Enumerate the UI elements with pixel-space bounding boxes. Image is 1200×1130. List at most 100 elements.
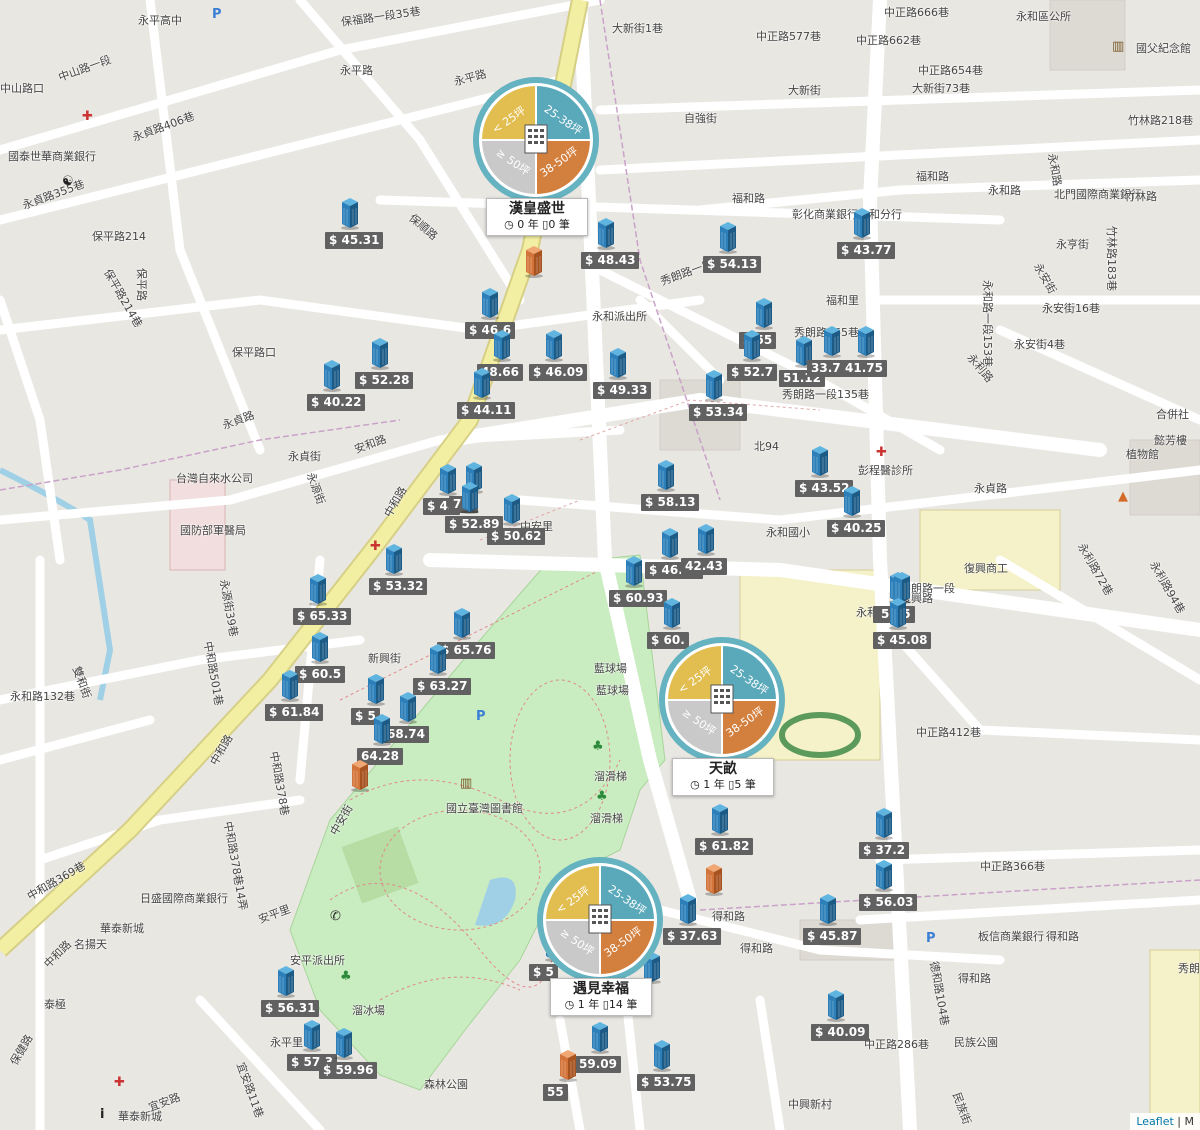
building-icon[interactable]	[322, 358, 342, 392]
price-label[interactable]: $ 40.25	[827, 520, 886, 537]
library-icon: ▥	[1112, 39, 1125, 54]
map-label: 中正路366巷	[980, 860, 1045, 873]
price-label[interactable]: $ 60.93	[609, 590, 668, 607]
building-icon[interactable]	[822, 324, 842, 358]
building-icon[interactable]	[678, 892, 698, 926]
price-label[interactable]: $ 40.22	[307, 394, 366, 411]
price-label[interactable]: 42.43	[681, 558, 727, 575]
map-label: 中正路286巷	[864, 1038, 929, 1051]
building-icon[interactable]	[652, 1038, 672, 1072]
cluster-pie[interactable]: 25-38坪38-50坪≥ 50坪< 25坪	[535, 855, 665, 985]
price-label[interactable]: $ 44.11	[457, 402, 516, 419]
price-label[interactable]: $ 45.31	[325, 232, 384, 249]
building-icon[interactable]	[502, 492, 522, 526]
building-icon[interactable]	[492, 328, 512, 362]
building-icon[interactable]	[852, 206, 872, 240]
price-label[interactable]: $ 46.09	[529, 364, 588, 381]
price-label[interactable]: $ 37.2	[859, 842, 910, 859]
building-icon[interactable]	[710, 802, 730, 836]
building-icon[interactable]	[308, 572, 328, 606]
cluster-pie[interactable]: 25-38坪38-50坪≥ 50坪< 25坪	[657, 635, 787, 765]
building-icon[interactable]	[280, 668, 300, 702]
building-icon[interactable]	[704, 368, 724, 402]
price-label[interactable]: $ 59.96	[319, 1062, 378, 1079]
building-icon[interactable]	[428, 642, 448, 676]
map-label: 彭程醫診所	[858, 464, 913, 477]
building-icon[interactable]	[480, 286, 500, 320]
building-icon[interactable]	[842, 484, 862, 518]
building-icon[interactable]	[398, 690, 418, 724]
cluster-info-box[interactable]: 天畝 ◷ 1 年 ▯5 筆	[672, 758, 774, 796]
price-label[interactable]: $ 60.5	[295, 666, 346, 683]
price-label[interactable]: $ 63.27	[413, 678, 472, 695]
cluster-info-box[interactable]: 遇見幸福 ◷ 1 年 ▯14 筆	[550, 978, 652, 1016]
building-icon[interactable]	[350, 758, 370, 792]
price-label[interactable]: $ 52.28	[355, 372, 414, 389]
building-icon[interactable]	[372, 712, 392, 746]
building-icon[interactable]	[558, 1048, 578, 1082]
price-label[interactable]: $ 48.43	[581, 252, 640, 269]
price-label[interactable]: $ 56.03	[859, 894, 918, 911]
price-label[interactable]: $ 61.82	[695, 838, 754, 855]
parking-icon: P	[212, 7, 222, 22]
building-icon[interactable]	[310, 630, 330, 664]
building-icon[interactable]	[856, 324, 876, 358]
building-icon[interactable]	[384, 542, 404, 576]
building-icon[interactable]	[302, 1018, 322, 1052]
building-icon[interactable]	[438, 462, 458, 496]
price-label[interactable]: $ 45.87	[803, 928, 862, 945]
building-icon[interactable]	[452, 606, 472, 640]
building-icon[interactable]	[888, 596, 908, 630]
building-icon[interactable]	[340, 196, 360, 230]
building-icon[interactable]	[276, 964, 296, 998]
building-icon[interactable]	[662, 596, 682, 630]
building-icon[interactable]	[544, 328, 564, 362]
price-label[interactable]: $ 43.77	[837, 242, 896, 259]
building-icon[interactable]	[366, 672, 386, 706]
price-label[interactable]: $ 37.63	[663, 928, 722, 945]
building-icon[interactable]	[608, 346, 628, 380]
building-icon[interactable]	[660, 526, 680, 560]
building-icon[interactable]	[370, 336, 390, 370]
building-icon[interactable]	[810, 444, 830, 478]
price-label[interactable]: $ 54.13	[703, 256, 762, 273]
cluster-pie[interactable]: 25-38坪38-50坪≥ 50坪< 25坪	[471, 75, 601, 205]
building-icon[interactable]	[524, 244, 544, 278]
price-label[interactable]: $ 45.08	[873, 632, 932, 649]
building-icon[interactable]	[334, 1026, 354, 1060]
building-icon[interactable]	[874, 858, 894, 892]
building-icon[interactable]	[704, 862, 724, 896]
building-icon[interactable]	[826, 988, 846, 1022]
price-label[interactable]: $ 40.09	[811, 1024, 870, 1041]
building-icon[interactable]	[590, 1020, 610, 1054]
price-label[interactable]: $ 50.62	[487, 528, 546, 545]
building-icon[interactable]	[754, 296, 774, 330]
price-label[interactable]: $ 56.31	[261, 1000, 320, 1017]
building-icon	[588, 904, 612, 934]
building-icon[interactable]	[818, 892, 838, 926]
building-icon[interactable]	[624, 554, 644, 588]
leaflet-link[interactable]: Leaflet	[1136, 1115, 1173, 1128]
price-label[interactable]: $ 49.33	[593, 382, 652, 399]
map-label: 福和里	[826, 294, 859, 307]
building-icon[interactable]	[460, 480, 480, 514]
price-label[interactable]: $ 61.84	[265, 704, 324, 721]
map-canvas[interactable]: 永平高中 保福路一段35巷 永平路 大新街1巷 中正路577巷 中正路662巷 中正路666…	[0, 0, 1200, 1130]
price-label[interactable]: 55	[543, 1084, 568, 1101]
price-label[interactable]: $ 53.32	[369, 578, 428, 595]
price-label[interactable]: $ 53.75	[637, 1074, 696, 1091]
price-label[interactable]: $ 58.13	[641, 494, 700, 511]
cluster-info-box[interactable]: 漢皇盛世 ◷ 0 年 ▯0 筆	[486, 198, 588, 236]
building-icon[interactable]	[656, 458, 676, 492]
building-icon[interactable]	[742, 328, 762, 362]
building-icon[interactable]	[472, 366, 492, 400]
price-label[interactable]: $ 65.33	[293, 608, 352, 625]
building-icon[interactable]	[718, 220, 738, 254]
price-label[interactable]: 59.09	[575, 1056, 621, 1073]
price-label[interactable]: $ 53.34	[689, 404, 748, 421]
price-label[interactable]: 41.75	[841, 360, 887, 377]
building-icon[interactable]	[696, 522, 716, 556]
building-icon[interactable]	[874, 806, 894, 840]
price-label[interactable]: $ 52.7	[727, 364, 778, 381]
building-icon[interactable]	[596, 216, 616, 250]
